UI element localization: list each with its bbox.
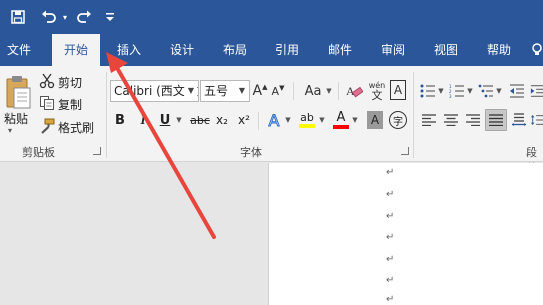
font-launcher-icon[interactable]	[401, 147, 409, 155]
format-painter-button[interactable]: 格式刷	[58, 119, 94, 136]
font-color-glyph: A	[336, 109, 346, 125]
tab-layout[interactable]: 布局	[214, 34, 256, 66]
clear-formatting-icon[interactable]: A	[344, 80, 364, 102]
paragraph-mark: ↵	[386, 254, 395, 265]
tab-home[interactable]: 开始	[52, 34, 100, 66]
paragraph-mark: ↵	[386, 275, 395, 286]
clipboard-group-label: 剪贴板	[22, 146, 55, 159]
svg-text:A: A	[346, 84, 355, 98]
tab-review[interactable]: 审阅	[372, 34, 414, 66]
paragraph-mark: ↵	[386, 211, 395, 222]
font-group-label: 字体	[240, 146, 262, 159]
decrease-indent-icon[interactable]	[508, 80, 526, 102]
tab-mailings[interactable]: 邮件	[319, 34, 361, 66]
italic-button[interactable]: I	[135, 110, 151, 130]
tab-file[interactable]: 文件	[0, 34, 38, 66]
format-painter-icon[interactable]	[38, 118, 56, 134]
highlight-button[interactable]: ab	[297, 108, 317, 130]
tab-references[interactable]: 引用	[266, 34, 308, 66]
chevron-down-icon[interactable]: ▼	[350, 110, 360, 130]
grow-font-button[interactable]: A ▲	[252, 80, 268, 102]
svg-text:3: 3	[449, 94, 452, 98]
chevron-down-icon[interactable]: ▼	[325, 80, 333, 102]
chevron-down-icon[interactable]: ▼	[495, 80, 503, 102]
line-spacing-icon[interactable]	[531, 110, 543, 130]
undo-icon[interactable]	[38, 7, 60, 27]
character-border-button[interactable]: A	[390, 80, 406, 100]
paragraph-mark: ↵	[386, 294, 395, 305]
highlight-color-bar	[299, 123, 315, 128]
align-left-icon[interactable]	[419, 110, 439, 130]
ribbon-home: 粘贴 ▾ 剪切 复制 格式刷 剪贴板 Calibri (西文正文) ▼ 五号 ▼…	[0, 66, 543, 175]
font-size-value: 五号	[204, 84, 229, 98]
clipboard-launcher-icon[interactable]	[93, 147, 101, 155]
divider	[293, 82, 294, 100]
enclose-characters-button[interactable]: 字	[389, 111, 407, 129]
redo-icon[interactable]	[74, 7, 94, 27]
shrink-font-glyph: A	[271, 84, 280, 98]
change-case-button[interactable]: Aa	[302, 80, 324, 102]
paragraph-mark: ↵	[386, 232, 395, 243]
chevron-down-icon[interactable]: ▼	[236, 82, 248, 100]
tab-view[interactable]: 视图	[425, 34, 467, 66]
align-center-icon[interactable]	[441, 110, 461, 130]
ribbon-tabs: 文件 开始 插入 设计 布局 引用 邮件 审阅 视图 帮助	[0, 34, 543, 66]
shrink-font-button[interactable]: A ▼	[270, 80, 286, 102]
numbering-icon[interactable]: 123	[448, 80, 466, 102]
chevron-down-icon[interactable]: ▼	[437, 80, 445, 102]
text-effects-button[interactable]: A	[265, 110, 283, 130]
customize-quick-access-icon[interactable]	[103, 7, 117, 27]
subscript-button[interactable]: x₂	[213, 110, 231, 130]
strikethrough-button[interactable]: abc	[189, 110, 211, 130]
bold-button[interactable]: B	[112, 110, 128, 130]
divider	[258, 112, 259, 130]
chevron-down-icon[interactable]: ▼	[185, 82, 197, 100]
justify-icon[interactable]	[485, 109, 507, 131]
save-icon[interactable]	[8, 7, 28, 27]
lightbulb-icon[interactable]	[530, 34, 543, 66]
scissors-icon[interactable]	[38, 73, 56, 89]
font-name-combo[interactable]: Calibri (西文正文) ▼	[110, 80, 199, 102]
undo-dropdown-icon[interactable]: ▾	[60, 7, 70, 27]
underline-button[interactable]: U	[157, 110, 173, 130]
distributed-icon[interactable]	[509, 110, 529, 130]
tab-insert[interactable]: 插入	[108, 34, 150, 66]
divider	[338, 82, 339, 100]
copy-icon[interactable]	[38, 95, 56, 111]
paragraph-mark: ↵	[386, 189, 395, 200]
paragraph-mark: ↵	[386, 167, 395, 178]
phonetic-guide-bottom: 文	[371, 89, 383, 102]
increase-indent-icon[interactable]	[530, 80, 543, 102]
document-page[interactable]	[268, 163, 543, 305]
phonetic-guide-button[interactable]: wén 文	[366, 78, 388, 104]
font-size-combo[interactable]: 五号 ▼	[200, 80, 250, 102]
chevron-down-icon[interactable]: ▼	[283, 110, 293, 130]
font-color-button[interactable]: A	[332, 108, 350, 130]
chevron-down-icon[interactable]: ▼	[466, 80, 474, 102]
copy-button[interactable]: 复制	[58, 96, 82, 113]
chevron-down-icon[interactable]: ▼	[174, 110, 184, 130]
paste-button[interactable]: 粘贴	[4, 110, 28, 127]
bullets-icon[interactable]	[419, 80, 437, 102]
align-right-icon[interactable]	[463, 110, 483, 130]
tab-design[interactable]: 设计	[161, 34, 203, 66]
character-shading-button[interactable]: A	[367, 111, 383, 129]
superscript-button[interactable]: x²	[235, 110, 253, 130]
font-color-bar	[333, 124, 349, 129]
title-bar: ▾	[0, 0, 543, 34]
clipboard-icon[interactable]	[2, 72, 34, 112]
multilevel-list-icon[interactable]	[477, 80, 495, 102]
highlight-glyph: ab	[300, 110, 314, 124]
group-divider	[106, 72, 107, 158]
cut-button[interactable]: 剪切	[58, 74, 82, 91]
paste-dropdown-icon[interactable]: ▾	[8, 126, 12, 135]
grow-font-glyph: A	[252, 83, 263, 99]
chevron-down-icon[interactable]: ▼	[317, 110, 327, 130]
group-divider	[413, 72, 414, 158]
tab-help[interactable]: 帮助	[478, 34, 520, 66]
